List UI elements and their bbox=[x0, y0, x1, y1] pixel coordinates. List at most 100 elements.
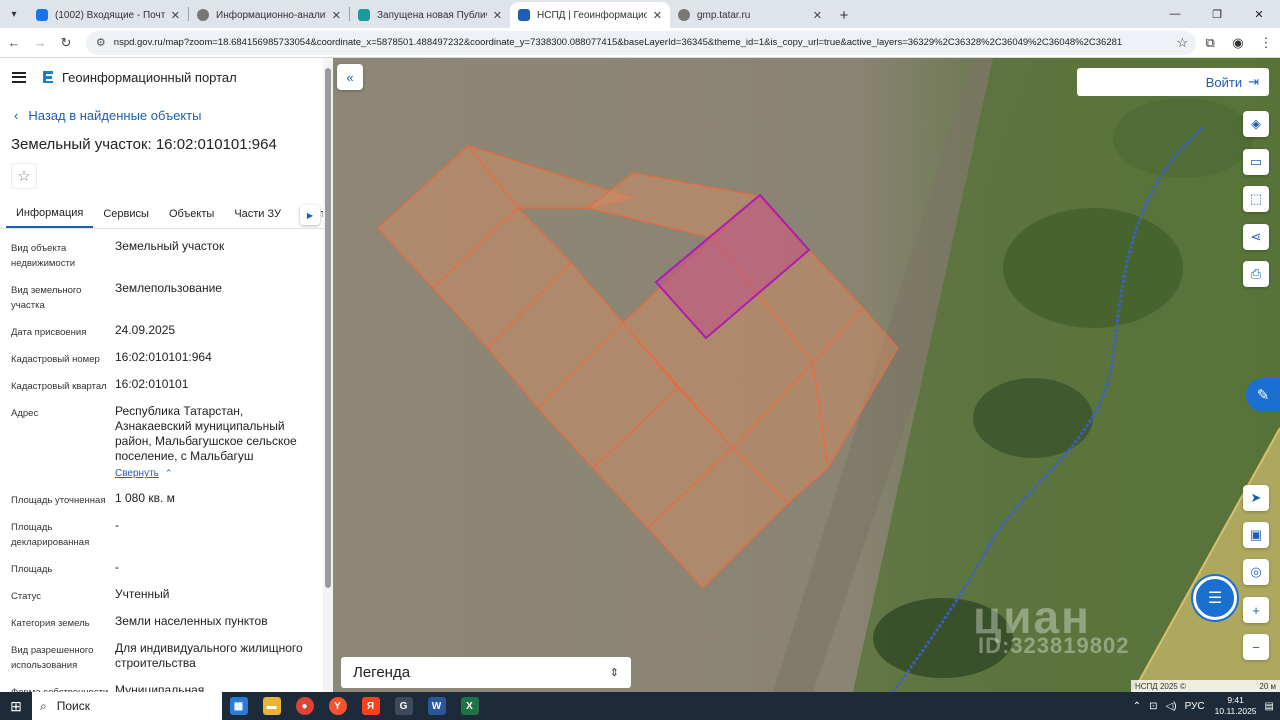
portal-logo-icon bbox=[43, 71, 53, 83]
minimap-icon[interactable]: ▣ bbox=[1243, 522, 1269, 548]
tab-parts[interactable]: Части ЗУ bbox=[224, 200, 291, 228]
ruler-icon[interactable]: ▭ bbox=[1243, 149, 1269, 175]
property-label: Вид объекта недвижимости bbox=[11, 243, 76, 269]
tab-information[interactable]: Информация bbox=[6, 200, 94, 228]
extensions-icon[interactable]: ⧉ bbox=[1196, 35, 1224, 51]
map-credit: НСПД 2025 © 20 м bbox=[1131, 680, 1280, 692]
file-explorer-icon[interactable]: ▬ bbox=[255, 692, 288, 720]
yandex-browser-icon[interactable]: Y bbox=[321, 692, 354, 720]
legend-button[interactable]: Легенда ⇕ bbox=[341, 657, 631, 688]
property-row: Статус Учтенный bbox=[11, 587, 333, 604]
site-info-icon[interactable]: ⚙ bbox=[96, 36, 106, 49]
yandex-icon[interactable]: Я bbox=[354, 692, 387, 720]
satellite-imagery bbox=[333, 58, 1280, 692]
minimize-icon[interactable]: — bbox=[1154, 0, 1196, 28]
scrollbar-thumb[interactable] bbox=[325, 68, 331, 588]
browser-menu-icon[interactable]: ⋮ bbox=[1252, 35, 1280, 51]
property-value: 24.09.2025 bbox=[115, 323, 176, 337]
help-chat-icon[interactable]: ✎ bbox=[1246, 378, 1280, 412]
property-value: Республика Татарстан, Азнакаевский муниц… bbox=[115, 404, 297, 463]
close-tab-icon[interactable]: ✕ bbox=[171, 9, 180, 22]
login-label: Войти bbox=[1205, 74, 1243, 90]
favorite-star-button[interactable]: ☆ bbox=[11, 163, 37, 189]
chrome-icon[interactable]: ● bbox=[288, 692, 321, 720]
network-icon[interactable]: ⊡ bbox=[1149, 701, 1157, 712]
restore-icon[interactable]: ❐ bbox=[1196, 0, 1238, 28]
new-tab-button[interactable]: + bbox=[830, 2, 858, 28]
reload-icon[interactable]: ↻ bbox=[54, 31, 78, 55]
menu-icon[interactable] bbox=[12, 71, 26, 83]
legend-label: Легенда bbox=[353, 664, 411, 681]
chevron-left-icon: ‹ bbox=[14, 107, 19, 123]
clock[interactable]: 9:41 10.11.2025 bbox=[1215, 695, 1257, 717]
close-tab-icon[interactable]: ✕ bbox=[813, 9, 822, 22]
windows-start-icon[interactable]: ⊞ bbox=[0, 692, 32, 720]
property-value: 16:02:010101 bbox=[115, 377, 189, 391]
close-tab-icon[interactable]: ✕ bbox=[493, 9, 502, 22]
taskbar-search[interactable]: ⌕ Поиск bbox=[32, 692, 222, 720]
language-indicator[interactable]: РУС bbox=[1185, 701, 1205, 712]
url-text: nspd.gov.ru/map?zoom=18.684156985733054&… bbox=[113, 37, 1123, 48]
globe-favicon-icon bbox=[678, 9, 690, 21]
property-row: Кадастровый номер 16:02:010101:964 bbox=[11, 350, 333, 367]
notifications-icon[interactable]: ▤ bbox=[1265, 701, 1274, 712]
tabs-scroll-right-button[interactable]: ▶ bbox=[300, 205, 320, 225]
tab-title: (1002) Входящие - Почта Mail bbox=[55, 9, 165, 21]
panel-scrollbar[interactable] bbox=[323, 58, 333, 692]
back-to-results-link[interactable]: ‹ Назад в найденные объекты bbox=[0, 106, 333, 124]
property-row: Кадастровый квартал 16:02:010101 bbox=[11, 377, 333, 394]
task-view-icon[interactable]: ▦ bbox=[222, 692, 255, 720]
browser-tab-news[interactable]: Запущена новая Публичная к ✕ bbox=[350, 2, 510, 28]
collapse-link[interactable]: Свернуть ⌃ bbox=[115, 466, 315, 481]
portal-header: Геоинформационный портал bbox=[0, 58, 333, 96]
chat-icon[interactable]: ☰ bbox=[1193, 576, 1237, 620]
collapse-label: Свернуть bbox=[115, 468, 159, 479]
forward-arrow-icon[interactable]: → bbox=[28, 31, 52, 55]
property-row: Адрес Республика Татарстан, Азнакаевский… bbox=[11, 404, 333, 481]
active-app-icon[interactable]: G bbox=[387, 692, 420, 720]
system-tray: ⌃ ⊡ ◁) РУС 9:41 10.11.2025 ▤ bbox=[1125, 692, 1274, 720]
taskbar: ⊞ ⌕ Поиск ▦ ▬ ● Y Я G W X ⌃ ⊡ ◁) РУС 9:4… bbox=[0, 692, 1280, 720]
zoom-out-button[interactable]: − bbox=[1243, 634, 1269, 660]
locate-icon[interactable]: ➤ bbox=[1243, 485, 1269, 511]
close-tab-icon[interactable]: ✕ bbox=[332, 9, 341, 22]
browser-tab-strip: ▾ (1002) Входящие - Почта Mail ✕ Информа… bbox=[0, 0, 1280, 28]
tab-services[interactable]: Сервисы bbox=[93, 200, 159, 228]
browser-tab-info[interactable]: Информационно-аналитичес ✕ bbox=[189, 2, 349, 28]
property-value: 1 080 кв. м bbox=[115, 491, 175, 505]
close-tab-icon[interactable]: ✕ bbox=[653, 9, 662, 22]
scale-text: 20 м bbox=[1259, 681, 1276, 691]
browser-tab-nspd[interactable]: НСПД | Геоинформационный ✕ bbox=[510, 2, 670, 28]
bookmark-star-icon[interactable]: ☆ bbox=[1177, 35, 1189, 51]
map-view[interactable]: циан ID:323819802 « Войти ⇥ ◈ ▭ ⬚ ⋖ ⎙ ✎ … bbox=[333, 58, 1280, 692]
collapse-panel-button[interactable]: « bbox=[337, 64, 363, 90]
print-icon[interactable]: ⎙ bbox=[1243, 261, 1269, 287]
property-row: Вид объекта недвижимости Земельный участ… bbox=[11, 239, 333, 271]
excel-icon[interactable]: X bbox=[453, 692, 486, 720]
browser-tab-mail[interactable]: (1002) Входящие - Почта Mail ✕ bbox=[28, 2, 188, 28]
layers-icon[interactable]: ◈ bbox=[1243, 111, 1269, 137]
property-label: Форма собственности bbox=[11, 683, 115, 692]
property-list: Вид объекта недвижимости Земельный участ… bbox=[0, 239, 333, 692]
nspd-favicon-icon bbox=[518, 9, 530, 21]
back-arrow-icon[interactable]: ← bbox=[2, 31, 26, 55]
tray-chevron-icon[interactable]: ⌃ bbox=[1133, 701, 1141, 712]
profile-icon[interactable]: ◉ bbox=[1224, 35, 1252, 51]
tab-title: Запущена новая Публичная к bbox=[377, 9, 487, 21]
select-area-icon[interactable]: ⬚ bbox=[1243, 186, 1269, 212]
property-value: Землепользование bbox=[115, 281, 222, 295]
word-icon[interactable]: W bbox=[420, 692, 453, 720]
url-field[interactable]: ⚙ nspd.gov.ru/map?zoom=18.68415698573305… bbox=[85, 30, 1197, 55]
login-button[interactable]: Войти ⇥ bbox=[1077, 68, 1269, 96]
browser-tab-gmp[interactable]: gmp.tatar.ru ✕ bbox=[670, 2, 830, 28]
share-icon[interactable]: ⋖ bbox=[1243, 224, 1269, 250]
close-window-icon[interactable]: ✕ bbox=[1238, 0, 1280, 28]
tab-search-icon[interactable]: ▾ bbox=[0, 0, 28, 28]
tab-title: gmp.tatar.ru bbox=[697, 9, 751, 21]
back-label: Назад в найденные объекты bbox=[28, 107, 202, 123]
search-location-icon[interactable]: ◎ bbox=[1243, 559, 1269, 585]
zoom-in-button[interactable]: + bbox=[1243, 597, 1269, 623]
property-label: Вид земельного участка bbox=[11, 285, 82, 311]
volume-icon[interactable]: ◁) bbox=[1166, 701, 1177, 712]
tab-objects[interactable]: Объекты bbox=[159, 200, 224, 228]
